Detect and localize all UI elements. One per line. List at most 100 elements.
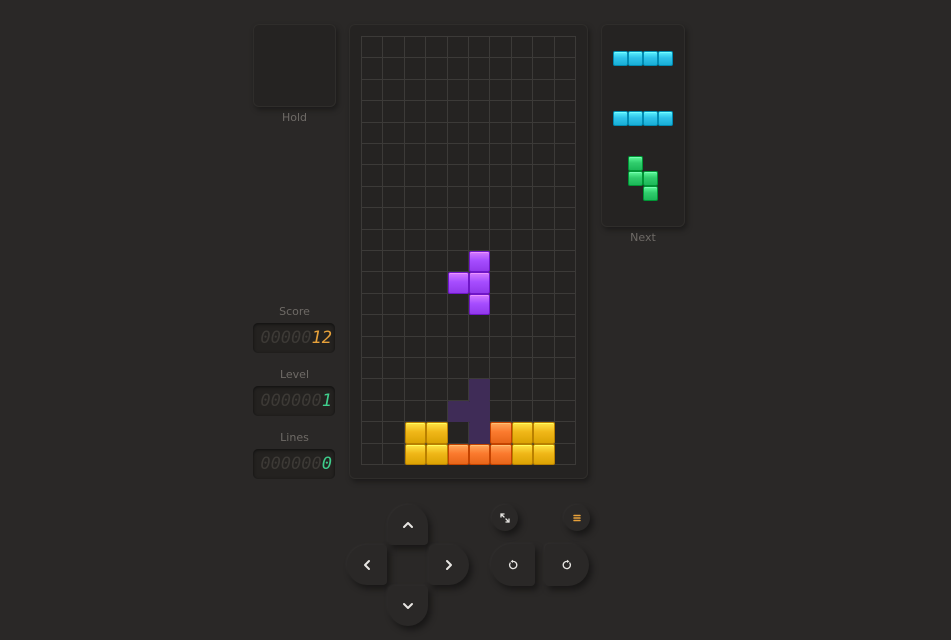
ghost-block [469, 379, 491, 401]
score-label: Score [279, 305, 310, 318]
grid-cell [362, 144, 384, 166]
grid-cell [469, 165, 491, 187]
next-block [658, 111, 673, 126]
grid-cell [511, 58, 534, 80]
grid-cell [554, 400, 576, 423]
next-block [628, 156, 643, 171]
grid-cell [404, 336, 427, 358]
grid-cell [511, 379, 534, 401]
grid-cell [426, 293, 448, 316]
hold-label: Hold [281, 111, 308, 124]
next-panel [601, 24, 685, 227]
grid-cell [426, 315, 448, 337]
block-T [469, 251, 491, 273]
next-block [613, 111, 628, 126]
grid-cell [533, 315, 555, 337]
grid-cell [490, 122, 512, 144]
right-button[interactable] [429, 545, 469, 585]
grid-cell [469, 58, 491, 80]
grid-cell [447, 37, 469, 59]
block-T [469, 293, 491, 316]
grid-cell [426, 379, 448, 401]
grid-cell [490, 58, 512, 80]
grid-cell [469, 101, 491, 123]
grid-cell [490, 400, 512, 423]
rotate-right-button[interactable] [545, 544, 589, 586]
grid-cell [362, 229, 384, 251]
grid-cell [362, 101, 384, 123]
grid-cell [533, 229, 555, 251]
grid-cell [533, 58, 555, 80]
grid-cell [447, 251, 469, 273]
chevron-left-icon [364, 560, 370, 570]
grid-cell [383, 251, 405, 273]
grid-cell [426, 144, 448, 166]
grid-cell [533, 79, 555, 102]
grid-cell [533, 379, 555, 401]
grid-cell [362, 336, 384, 358]
grid-cell [490, 229, 512, 251]
grid-cell [383, 358, 405, 380]
grid-cell [404, 122, 427, 144]
grid-cell [554, 144, 576, 166]
grid-cell [426, 272, 448, 294]
rotate-left-button[interactable] [491, 544, 535, 586]
next-block [628, 171, 643, 186]
grid-cell [404, 400, 427, 423]
grid-cell [404, 58, 427, 80]
grid-cell [469, 208, 491, 230]
grid-cell [383, 400, 405, 423]
block-T [469, 272, 491, 294]
grid-cell [554, 186, 576, 209]
grid-cell [469, 229, 491, 251]
grid-cell [554, 272, 576, 294]
grid-cell [383, 58, 405, 80]
grid-cell [404, 229, 427, 251]
fullscreen-button[interactable] [492, 505, 518, 531]
grid-cell [362, 186, 384, 209]
lines-display-ghost: 000000 [260, 454, 322, 474]
grid-cell [362, 400, 384, 423]
grid-cell [362, 422, 384, 444]
grid-cell [362, 443, 384, 465]
grid-cell [404, 165, 427, 187]
menu-button[interactable] [564, 505, 590, 531]
grid-cell [426, 58, 448, 80]
grid-cell [383, 336, 405, 358]
grid-cell [447, 101, 469, 123]
grid-cell [554, 251, 576, 273]
next-block [628, 51, 643, 66]
rotate-counterclockwise-icon [509, 559, 518, 570]
grid-cell [404, 208, 427, 230]
grid-cell [447, 208, 469, 230]
next-block [643, 111, 658, 126]
grid-cell [490, 358, 512, 380]
grid-cell [383, 122, 405, 144]
hold-panel [253, 24, 336, 107]
block-O [533, 443, 555, 465]
grid-cell [362, 79, 384, 102]
left-button[interactable] [347, 545, 387, 585]
grid-cell [511, 208, 534, 230]
grid-cell [362, 358, 384, 380]
up-button[interactable] [388, 505, 428, 545]
grid-cell [404, 379, 427, 401]
grid-cell [533, 37, 555, 59]
grid-cell [511, 101, 534, 123]
grid-cell [490, 272, 512, 294]
grid-cell [447, 315, 469, 337]
lines-display: 0000000 [253, 449, 335, 479]
grid-cell [554, 293, 576, 316]
grid-cell [383, 165, 405, 187]
grid-cell [554, 165, 576, 187]
grid-cell [511, 79, 534, 102]
grid-cell [533, 336, 555, 358]
grid-cell [404, 251, 427, 273]
grid-cell [362, 251, 384, 273]
grid-cell [490, 379, 512, 401]
down-button[interactable] [388, 586, 428, 626]
grid-cell [447, 186, 469, 209]
grid-cell [383, 422, 405, 444]
grid-cell [469, 79, 491, 102]
grid-cell [469, 122, 491, 144]
